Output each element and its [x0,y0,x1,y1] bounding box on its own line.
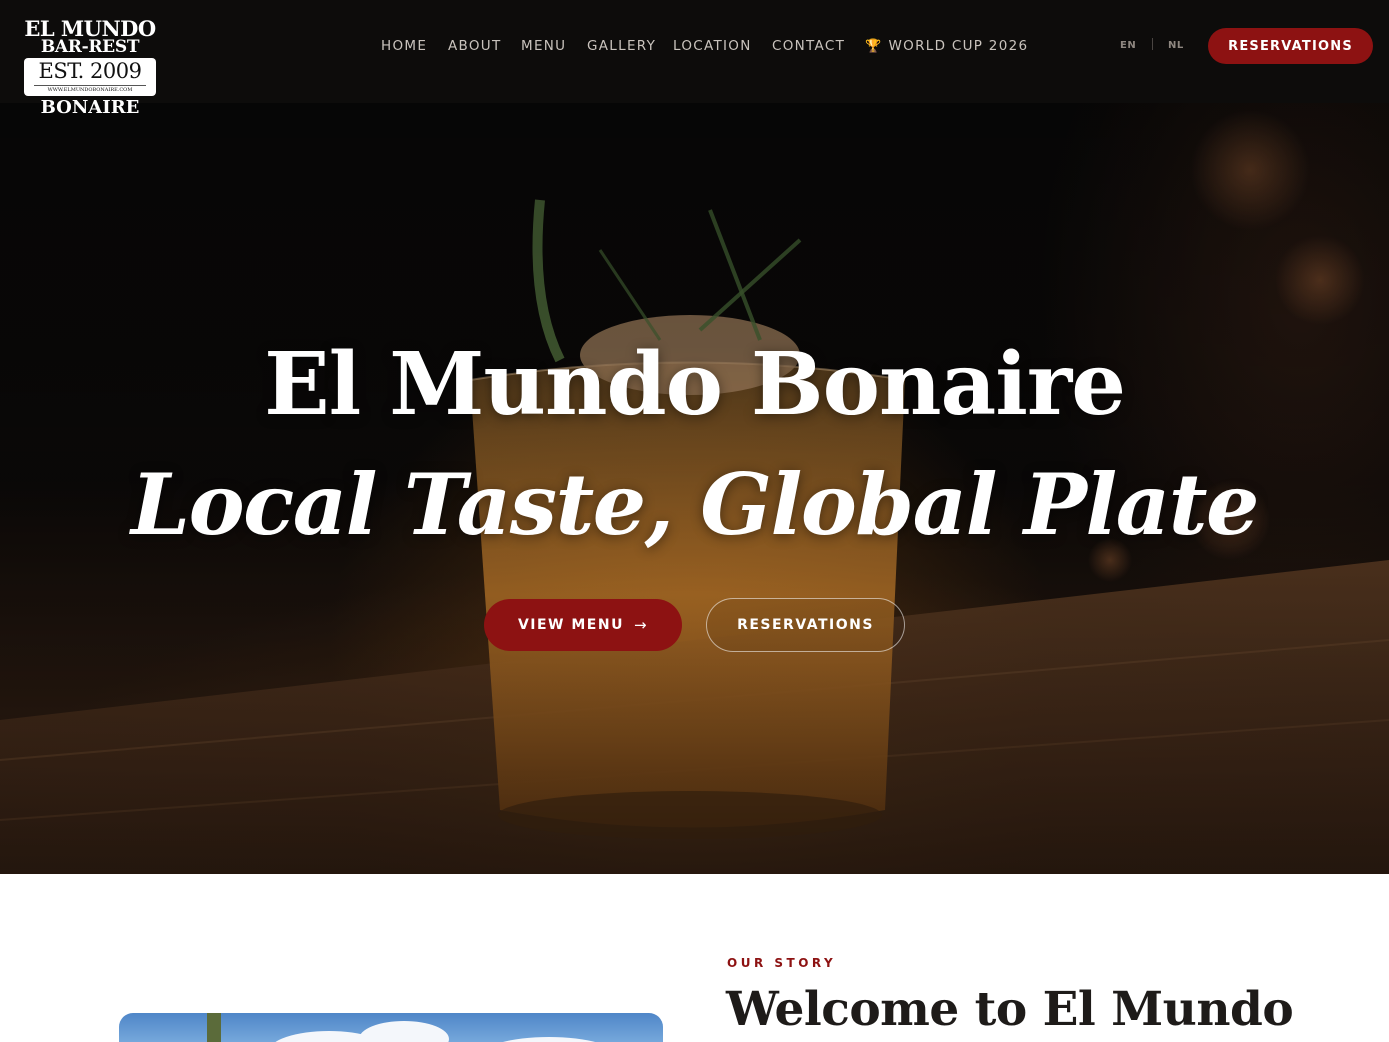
nav-link-menu[interactable]: MENU [521,38,566,54]
language-divider [1152,38,1153,50]
story-photo [119,1013,663,1042]
hero-section [0,0,1389,874]
cloud-shape [359,1021,449,1042]
arrow-right-icon: → [633,616,649,634]
nav-link-gallery[interactable]: GALLERY [587,38,656,54]
view-menu-label: VIEW MENU [517,617,624,633]
top-navbar: EL MUNDO BAR-REST EST. 2009 WWW.ELMUNDOB… [0,0,1389,118]
nav-link-world-cup-label: WORLD CUP 2026 [888,38,1029,54]
site-logo[interactable]: EL MUNDO BAR-REST EST. 2009 WWW.ELMUNDOB… [22,16,158,123]
logo-url-text: WWW.ELMUNDOBONAIRE.COM [34,85,146,94]
nav-link-location[interactable]: LOCATION [673,38,752,54]
trophy-icon: 🏆 [865,39,883,54]
nav-link-contact[interactable]: CONTACT [772,38,845,54]
nav-link-about[interactable]: ABOUT [448,38,502,54]
story-eyebrow: OUR STORY [727,956,837,970]
logo-subtitle: BAR-REST [40,37,140,57]
logo-est-text: EST. 2009 [38,59,142,83]
view-menu-button[interactable]: VIEW MENU → [484,599,682,651]
story-heading: Welcome to El Mundo [726,982,1294,1037]
logo-est-badge: EST. 2009 WWW.ELMUNDOBONAIRE.COM [24,58,156,96]
language-nl[interactable]: NL [1168,40,1184,51]
hero-subtitle: Local Taste, Global Plate [131,455,1259,554]
reservations-button-nav[interactable]: RESERVATIONS [1208,28,1373,64]
hero-title: El Mundo Bonaire [264,334,1126,435]
logo-location: BONAIRE [40,97,140,118]
cloud-shape [479,1037,619,1042]
hero-overlay [0,0,1389,874]
logo-title: EL MUNDO [24,16,156,41]
nav-link-home[interactable]: HOME [381,38,427,54]
reservations-button-hero[interactable]: RESERVATIONS [706,598,905,652]
palm-tree-shape [207,1013,221,1042]
language-en[interactable]: EN [1120,40,1136,51]
nav-link-world-cup[interactable]: 🏆 WORLD CUP 2026 [865,38,1028,55]
